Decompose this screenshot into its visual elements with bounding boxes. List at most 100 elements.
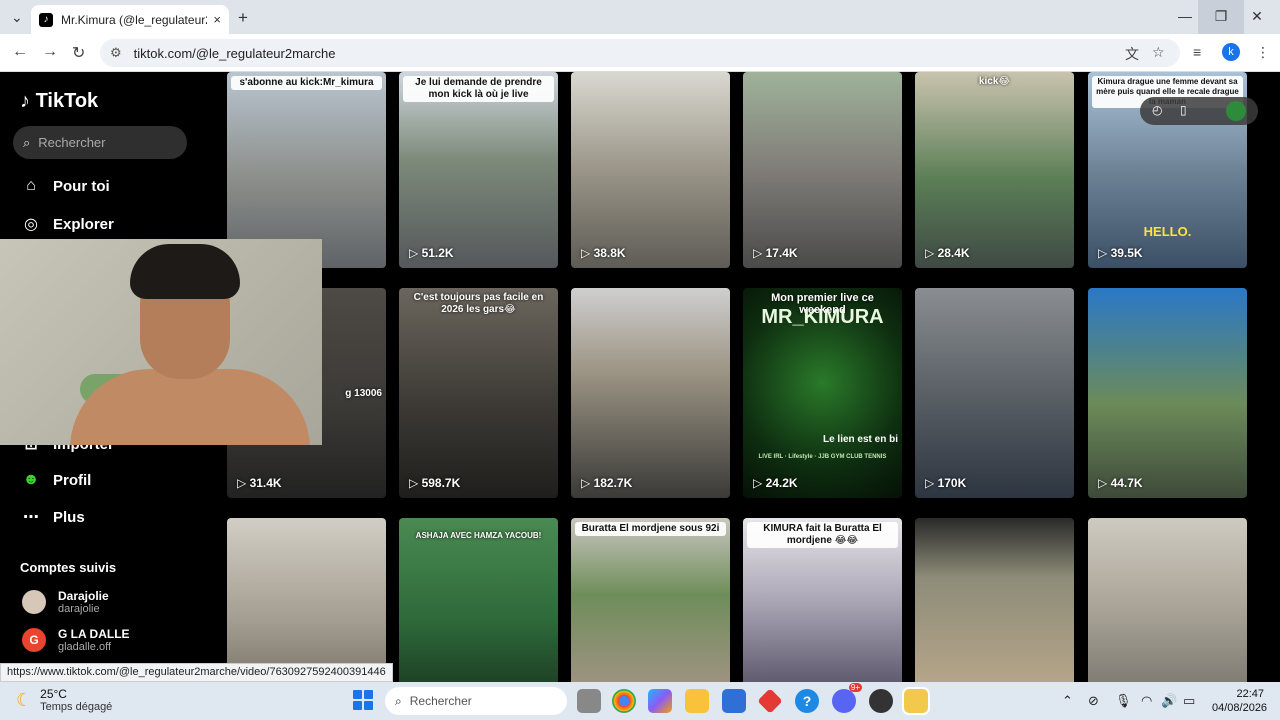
active-app-icon[interactable] xyxy=(902,687,930,715)
site-settings-icon[interactable]: ⚙ xyxy=(110,45,122,61)
discord-icon[interactable]: 9+ xyxy=(832,683,862,713)
nav-label: Plus xyxy=(53,508,85,526)
network-off-icon[interactable]: ⊘ xyxy=(1088,693,1099,709)
bookmark-star-icon[interactable]: ☆ xyxy=(1152,44,1165,61)
view-count: ▷ 51.2K xyxy=(409,246,454,260)
profile-avatar[interactable]: k xyxy=(1222,43,1240,61)
account-name: G LA DALLE xyxy=(58,627,130,641)
video-card[interactable]: ▷ 182.7K xyxy=(571,288,730,498)
followed-account[interactable]: Darajolie darajolie xyxy=(22,589,109,615)
streamer-hair xyxy=(130,244,240,299)
video-card[interactable] xyxy=(227,518,386,682)
view-count: ▷ 28.4K xyxy=(925,246,970,260)
file-explorer-icon[interactable] xyxy=(685,689,709,713)
video-card[interactable]: ▷ 17.4K xyxy=(743,72,902,268)
video-card[interactable]: Buratta El mordjene sous 92i xyxy=(571,518,730,682)
anydesk-icon[interactable] xyxy=(757,688,783,714)
video-card[interactable]: C'est toujours pas facile en 2026 les ga… xyxy=(399,288,558,498)
video-caption: KIMURA fait la Buratta El mordjene 😂😂 xyxy=(747,522,898,548)
video-card[interactable]: ▷ 38.8K xyxy=(571,72,730,268)
browser-tab-bar: ⌄ ♪ Mr.Kimura (@le_regulateur2marche × +… xyxy=(0,0,1280,34)
windows-taskbar: ☾ 25°C Temps dégagé ⌕ Rechercher ? 9+ ⌃ ⊘… xyxy=(0,682,1280,720)
account-name: Darajolie xyxy=(58,589,109,603)
pip-icon[interactable]: ◴ xyxy=(1152,103,1162,117)
back-arrow-icon[interactable]: ← xyxy=(12,43,28,61)
video-card[interactable]: kick😂 ▷ 28.4K xyxy=(915,72,1074,268)
microphone-icon[interactable]: 🎙 xyxy=(1115,693,1132,709)
task-view-icon[interactable] xyxy=(577,689,601,713)
video-card[interactable]: ASHAJA AVEC HAMZA YACOUB! xyxy=(399,518,558,682)
copilot-icon[interactable] xyxy=(648,689,672,713)
video-card[interactable] xyxy=(1088,518,1247,682)
start-button[interactable] xyxy=(353,690,373,710)
video-card[interactable]: Mon premier live ce weekend MR_KIMURA Le… xyxy=(743,288,902,498)
nav-for-you[interactable]: ⌂ Pour toi xyxy=(20,177,110,195)
nav-label: Explorer xyxy=(53,215,114,233)
video-caption: s'abonne au kick:Mr_kimura xyxy=(231,76,382,90)
search-icon: ⌕ xyxy=(23,134,31,150)
compass-icon: ◎ xyxy=(24,216,38,233)
home-icon: ⌂ xyxy=(26,177,36,194)
clock-date: 04/08/2026 xyxy=(1212,702,1268,714)
avatar: G xyxy=(22,628,46,652)
new-tab-button[interactable]: + xyxy=(238,8,248,28)
address-bar-row: ← → ↻ ⚙ tiktok.com/@le_regulateur2marche… xyxy=(0,34,1280,72)
tab-list-chevron-icon[interactable]: ⌄ xyxy=(11,9,23,26)
nav-profile[interactable]: ☻ Profil xyxy=(20,471,92,489)
video-card[interactable]: ▷ 170K xyxy=(915,288,1074,498)
webcam-overlay xyxy=(0,239,322,445)
volume-icon[interactable]: 🔊 xyxy=(1161,693,1177,709)
phone-icon[interactable]: ▯ xyxy=(1180,103,1187,117)
nav-more[interactable]: ⋯ Plus xyxy=(20,507,85,527)
video-card[interactable]: ▷ 44.7K xyxy=(1088,288,1247,498)
tiktok-note-icon: ♪ xyxy=(20,90,30,112)
account-handle: gladalle.off xyxy=(58,641,112,653)
media-control-icon[interactable]: ≡ xyxy=(1193,44,1201,60)
tab-tiktok[interactable]: ♪ Mr.Kimura (@le_regulateur2marche × xyxy=(31,5,229,34)
tab-close-icon[interactable]: × xyxy=(213,12,221,27)
wifi-icon[interactable]: ◠ xyxy=(1141,693,1152,709)
taskbar-search[interactable]: ⌕ Rechercher xyxy=(385,687,567,715)
view-count: ▷ 24.2K xyxy=(753,476,798,490)
url-field[interactable]: ⚙ tiktok.com/@le_regulateur2marche xyxy=(100,39,1180,67)
store-icon[interactable] xyxy=(722,689,746,713)
taskbar-search-placeholder: Rechercher xyxy=(409,694,472,708)
view-count: ▷ 598.7K xyxy=(409,476,461,490)
followed-account[interactable]: G G LA DALLE gladalle.off xyxy=(22,627,130,653)
logo-text: TikTok xyxy=(35,90,99,112)
obs-icon[interactable] xyxy=(869,689,893,713)
video-caption: Je lui demande de prendre mon kick là où… xyxy=(403,76,554,102)
video-title-text: MR_KIMURA xyxy=(761,306,884,328)
battery-icon[interactable]: ▭ xyxy=(1183,693,1195,709)
video-overlay-text: HELLO. xyxy=(1143,224,1192,239)
search-input[interactable]: ⌕ Rechercher xyxy=(13,126,187,159)
mini-player-controls[interactable]: ◴ ▯ xyxy=(1140,97,1258,125)
search-icon: ⌕ xyxy=(395,693,402,708)
video-small-text: LIVE IRL · Lifestyle · JJB GYM CLUB TENN… xyxy=(758,454,887,460)
nav-explore[interactable]: ◎ Explorer xyxy=(20,214,114,234)
avatar xyxy=(22,590,46,614)
video-card[interactable] xyxy=(915,518,1074,682)
video-card[interactable]: KIMURA fait la Buratta El mordjene 😂😂 xyxy=(743,518,902,682)
menu-dots-icon[interactable]: ⋮ xyxy=(1256,44,1270,61)
forward-arrow-icon[interactable]: → xyxy=(42,43,58,61)
view-count: ▷ 44.7K xyxy=(1098,476,1143,490)
system-clock[interactable]: 22:47 04/08/2026 xyxy=(1212,687,1268,715)
video-caption: kick😂 xyxy=(978,76,1011,87)
mini-avatar[interactable] xyxy=(1226,101,1246,121)
view-count: ▷ 17.4K xyxy=(753,246,798,260)
nav-label: Pour toi xyxy=(53,177,110,195)
chrome-icon[interactable] xyxy=(612,689,636,713)
url-text: tiktok.com/@le_regulateur2marche xyxy=(133,45,336,61)
video-card[interactable]: Je lui demande de prendre mon kick là où… xyxy=(399,72,558,268)
close-window-icon[interactable]: ✕ xyxy=(1234,0,1280,34)
moon-weather-icon: ☾ xyxy=(16,689,33,710)
tray-chevron-icon[interactable]: ⌃ xyxy=(1062,693,1073,709)
tiktok-logo[interactable]: ♪ TikTok xyxy=(20,90,98,113)
reload-icon[interactable]: ↻ xyxy=(72,43,85,63)
weather-widget[interactable]: ☾ 25°C Temps dégagé xyxy=(16,687,112,713)
weather-desc: Temps dégagé xyxy=(40,701,113,713)
translate-icon[interactable]: 文 xyxy=(1125,44,1139,64)
view-count: ▷ 170K xyxy=(925,476,967,490)
help-icon[interactable]: ? xyxy=(795,689,819,713)
